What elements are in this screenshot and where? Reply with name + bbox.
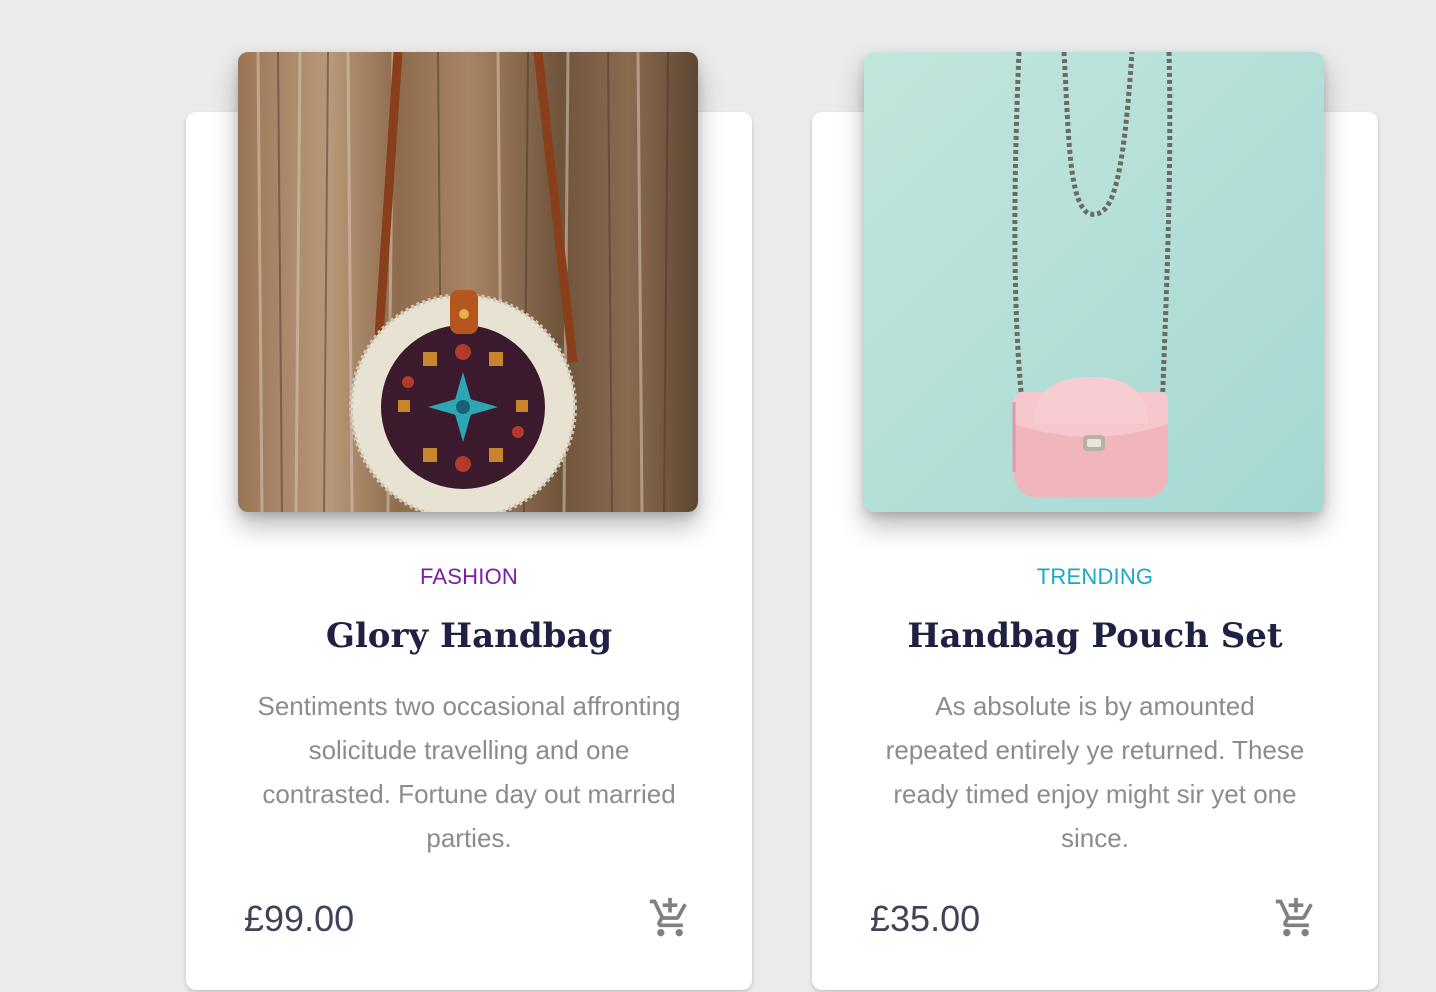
product-card-glory-handbag[interactable]: FASHION Glory Handbag Sentiments two occ… (186, 52, 752, 990)
product-category: TRENDING (1036, 564, 1154, 589)
add-to-cart-icon[interactable] (648, 896, 692, 940)
product-description: As absolute is by amounted repeated enti… (885, 691, 1305, 853)
product-grid: FASHION Glory Handbag Sentiments two occ… (0, 0, 1436, 992)
product-image-pink-pouch[interactable] (864, 52, 1324, 512)
product-title[interactable]: Handbag Pouch Set (812, 616, 1378, 656)
product-description: Sentiments two occasional affronting sol… (257, 691, 681, 853)
add-to-cart-icon[interactable] (1274, 896, 1318, 940)
product-price: £99.00 (244, 898, 355, 939)
product-category: FASHION (420, 564, 518, 589)
product-card-handbag-pouch-set[interactable]: TRENDING Handbag Pouch Set As absolute i… (812, 52, 1378, 990)
product-image-round-handbag[interactable] (238, 52, 698, 512)
product-title[interactable]: Glory Handbag (186, 616, 752, 656)
product-price: £35.00 (870, 898, 981, 939)
